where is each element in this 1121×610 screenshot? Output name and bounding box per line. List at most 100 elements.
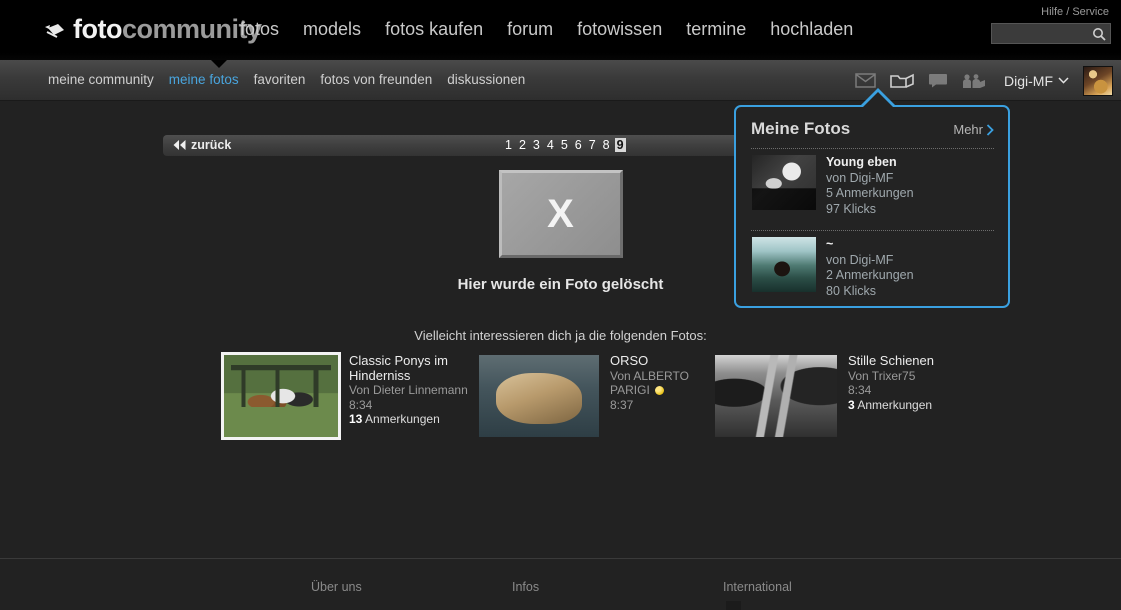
page-link-5[interactable]: 5 — [559, 138, 570, 152]
back-button[interactable]: zurück — [173, 138, 231, 152]
panel-photo-clicks: 80 Klicks — [826, 283, 877, 298]
panel-more-label: Mehr — [953, 122, 983, 137]
secondary-navigation-bar: meine community meine fotos favoriten fo… — [0, 60, 1121, 101]
sidebar-item-diskussionen[interactable]: diskussionen — [447, 72, 525, 87]
nav-item-models[interactable]: models — [303, 19, 361, 40]
recommendations-heading: Vielleicht interessieren dich ja die fol… — [414, 328, 707, 343]
recommendation-author: Von Dieter Linnemann — [349, 383, 468, 397]
search-box[interactable] — [991, 23, 1111, 44]
recommendation-thumbnail[interactable] — [476, 352, 602, 440]
pagination-pages: 1 2 3 4 5 6 7 8 9 — [503, 138, 626, 152]
secondary-nav-links: meine community meine fotos favoriten fo… — [48, 72, 525, 87]
nav-item-hochladen[interactable]: hochladen — [770, 19, 853, 40]
recommendation-thumbnail[interactable] — [221, 352, 341, 440]
panel-photo-meta: ~ von Digi-MF 2 Anmerkungen 80 Klicks — [826, 237, 914, 299]
recommendation-time: 8:37 — [610, 397, 634, 412]
panel-photo-thumbnail[interactable] — [752, 155, 816, 210]
avatar[interactable] — [1083, 65, 1113, 96]
page-link-1[interactable]: 1 — [503, 138, 514, 152]
nav-item-fotowissen[interactable]: fotowissen — [577, 19, 662, 40]
list-item[interactable]: Young eben von Digi-MF 5 Anmerkungen 97 … — [736, 149, 1008, 221]
logo-text-foto: foto — [73, 14, 122, 44]
double-arrow-left-icon — [173, 140, 186, 150]
deleted-photo-placeholder: X — [498, 170, 623, 258]
mail-icon[interactable] — [855, 73, 876, 88]
recommendation-meta: Stille Schienen Von Trixer75 8:34 3 Anme… — [848, 352, 934, 440]
user-menu[interactable]: Digi-MF — [1004, 73, 1069, 89]
recommendation-comments: 3 Anmerkungen — [848, 398, 934, 413]
recommendation-title[interactable]: Stille Schienen — [848, 353, 934, 369]
nav-item-forum[interactable]: forum — [507, 19, 553, 40]
sidebar-item-fotos-von-freunden[interactable]: fotos von freunden — [320, 72, 432, 87]
page-link-3[interactable]: 3 — [531, 138, 542, 152]
sidebar-item-meine-community[interactable]: meine community — [48, 72, 154, 87]
panel-photo-comments: 5 Anmerkungen — [826, 186, 914, 200]
recommendation-meta: ORSO Von ALBERTO PARIGI 8:37 — [610, 352, 704, 440]
back-button-label: zurück — [191, 138, 232, 152]
list-item[interactable]: Stille Schienen Von Trixer75 8:34 3 Anme… — [712, 352, 934, 440]
chevron-right-icon — [986, 123, 994, 136]
friends-icon[interactable] — [962, 73, 986, 89]
footer-column-international[interactable]: International — [723, 580, 792, 594]
recommendation-title[interactable]: ORSO — [610, 353, 704, 369]
footer-column-infos[interactable]: Infos — [512, 580, 539, 594]
comment-bubble-icon[interactable] — [928, 73, 948, 88]
panel-photo-meta: Young eben von Digi-MF 5 Anmerkungen 97 … — [826, 155, 914, 217]
panel-photo-title: ~ — [826, 237, 834, 251]
search-input[interactable] — [998, 25, 1092, 42]
panel-photo-thumbnail[interactable] — [752, 237, 816, 292]
recommendation-time: 8:34 — [349, 397, 373, 412]
camera-icon — [45, 23, 64, 38]
panel-pointer-fill — [862, 92, 894, 108]
recommendation-author: Von Trixer75 — [848, 368, 916, 383]
site-logo[interactable]: foto community — [44, 14, 262, 45]
page-link-4[interactable]: 4 — [545, 138, 556, 152]
username-label: Digi-MF — [1004, 72, 1053, 89]
panel-photo-title: Young eben — [826, 155, 897, 169]
photo-folder-icon[interactable] — [890, 72, 914, 89]
country-flag-icon[interactable] — [726, 601, 741, 610]
premium-badge-icon — [654, 386, 664, 396]
nav-item-fotos[interactable]: fotos — [240, 19, 279, 40]
nav-item-termine[interactable]: termine — [686, 19, 746, 40]
recommendation-meta: Classic Ponys im Hinderniss Von Dieter L… — [349, 352, 468, 440]
recommendation-comments-count: 3 — [848, 397, 855, 412]
chevron-down-icon[interactable] — [1058, 77, 1069, 84]
footer-column-uber-uns[interactable]: Über uns — [311, 580, 362, 594]
list-item[interactable]: Classic Ponys im Hinderniss Von Dieter L… — [221, 352, 468, 440]
panel-photo-comments: 2 Anmerkungen — [826, 268, 914, 282]
panel-more-link[interactable]: Mehr — [953, 122, 994, 137]
page-link-9-current[interactable]: 9 — [614, 138, 626, 152]
list-item[interactable]: ORSO Von ALBERTO PARIGI 8:37 — [476, 352, 704, 440]
recommendation-thumbnail[interactable] — [712, 352, 840, 440]
search-icon[interactable] — [1092, 27, 1106, 41]
page-link-8[interactable]: 8 — [601, 138, 612, 152]
panel-header: Meine Fotos Mehr — [736, 107, 1008, 139]
page-link-7[interactable]: 7 — [587, 138, 598, 152]
panel-title: Meine Fotos — [751, 119, 851, 138]
main-navigation: fotos models fotos kaufen forum fotowiss… — [240, 19, 853, 40]
footer-divider — [0, 558, 1121, 559]
page-link-6[interactable]: 6 — [573, 138, 584, 152]
active-tab-caret — [211, 60, 227, 68]
top-header-bar: foto community fotos models fotos kaufen… — [0, 0, 1121, 60]
panel-photo-clicks: 97 Klicks — [826, 201, 877, 216]
recommendation-author: Von ALBERTO PARIGI — [610, 369, 704, 398]
nav-item-fotos-kaufen[interactable]: fotos kaufen — [385, 19, 483, 40]
help-service-link[interactable]: Hilfe / Service — [1041, 6, 1109, 18]
recommendations-list: Classic Ponys im Hinderniss Von Dieter L… — [221, 352, 934, 440]
sidebar-item-meine-fotos[interactable]: meine fotos — [169, 72, 239, 87]
panel-photo-author: von Digi-MF — [826, 170, 894, 185]
recommendation-comments-label: Anmerkungen — [365, 412, 440, 426]
recommendation-comments-label: Anmerkungen — [857, 397, 933, 412]
recommendation-comments: 13 Anmerkungen — [349, 412, 468, 427]
panel-photo-author: von Digi-MF — [826, 252, 894, 267]
sidebar-item-favoriten[interactable]: favoriten — [254, 72, 306, 87]
list-item[interactable]: ~ von Digi-MF 2 Anmerkungen 80 Klicks — [736, 231, 1008, 303]
recommendation-author-label: Von ALBERTO PARIGI — [610, 368, 689, 398]
recommendation-comments-count: 13 — [349, 412, 363, 426]
recommendation-time: 8:34 — [848, 383, 872, 397]
page-link-2[interactable]: 2 — [517, 138, 528, 152]
recommendation-title[interactable]: Classic Ponys im Hinderniss — [349, 353, 468, 383]
meine-fotos-dropdown-panel: Meine Fotos Mehr Young eben von Digi-MF … — [734, 105, 1010, 308]
